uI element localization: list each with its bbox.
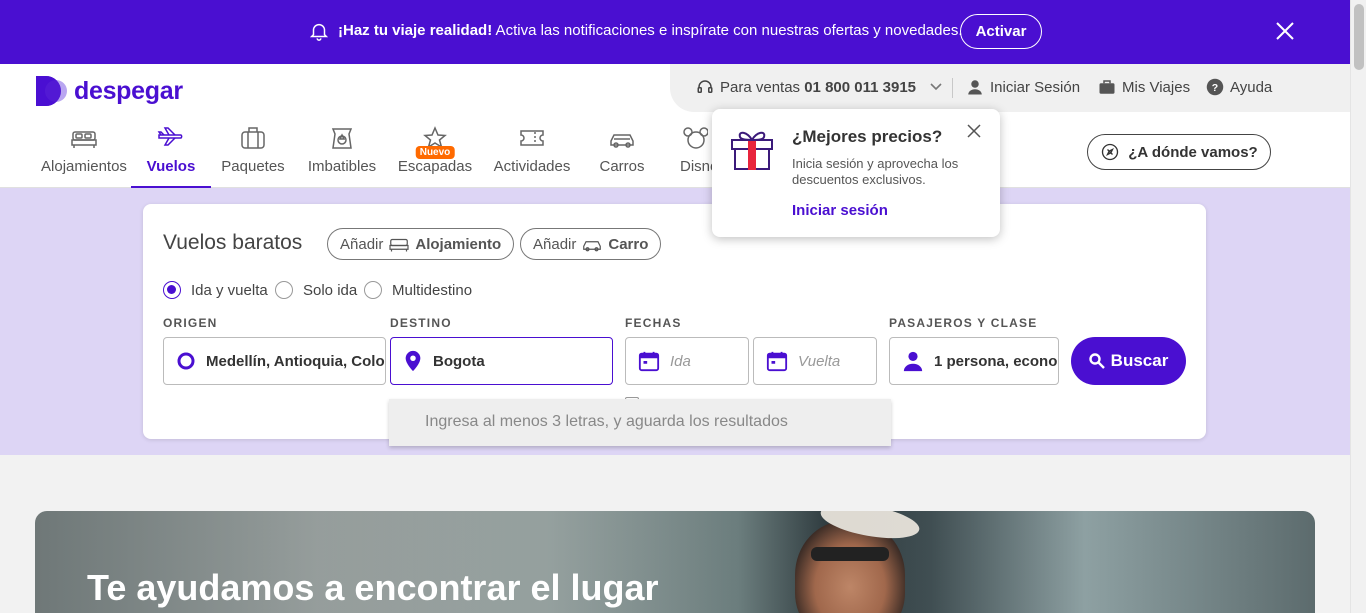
destination-input[interactable]: Bogota	[390, 337, 613, 385]
banner-text: ¡Haz tu viaje realidad! Activa las notif…	[338, 22, 963, 39]
dates-label: FECHAS	[625, 316, 682, 330]
search-title: Vuelos baratos	[163, 231, 303, 254]
help-link[interactable]: ? Ayuda	[1206, 78, 1272, 96]
passengers-input[interactable]: 1 persona, economy	[889, 337, 1059, 385]
popover-description: Inicia sesión y aprovecha los descuentos…	[792, 156, 959, 187]
logo-icon	[36, 76, 67, 106]
headset-icon	[697, 80, 713, 93]
nav-alojamientos[interactable]: Alojamientos	[34, 126, 134, 188]
popover-login-link[interactable]: Iniciar sesión	[792, 202, 888, 219]
promo-banner[interactable]: Te ayudamos a encontrar el lugar	[35, 511, 1315, 613]
scrollbar-thumb[interactable]	[1354, 4, 1364, 70]
top-bar: Para ventas 01 800 011 3915 Iniciar Sesi…	[670, 64, 1350, 112]
radio-selected[interactable]	[163, 281, 181, 299]
new-badge: Nuevo	[415, 146, 455, 159]
suitcase-icon	[241, 127, 265, 149]
header: despegar Para ventas 01 800 011 3915 Ini…	[0, 64, 1350, 188]
sales-phone[interactable]: Para ventas 01 800 011 3915	[696, 78, 948, 96]
divider	[952, 78, 953, 98]
car-icon	[610, 134, 634, 148]
trip-type-round-trip[interactable]: Ida y vuelta	[163, 281, 268, 299]
compass-icon	[1102, 143, 1119, 161]
depart-date-input[interactable]: Ida	[625, 337, 749, 385]
promo-headline: Te ayudamos a encontrar el lugar	[87, 567, 659, 608]
notification-banner: ¡Haz tu viaje realidad! Activa las notif…	[0, 0, 1350, 64]
scrollbar[interactable]	[1350, 0, 1366, 613]
nav-vuelos[interactable]: Vuelos	[131, 126, 211, 188]
add-car-button[interactable]: Añadir Carro	[520, 228, 662, 260]
my-trips-link[interactable]: Mis Viajes	[1098, 78, 1190, 96]
radio[interactable]	[275, 281, 293, 299]
deal-icon	[331, 128, 353, 149]
origin-input[interactable]: Medellín, Antioquia, Colombia	[163, 337, 386, 385]
logo[interactable]: despegar	[34, 75, 183, 107]
nav-actividades[interactable]: Actividades	[490, 126, 574, 188]
bed-icon	[71, 131, 97, 148]
search-button[interactable]: Buscar	[1071, 337, 1186, 385]
best-prices-popover: ¿Mejores precios? Inicia sesión y aprove…	[712, 109, 1000, 237]
trip-type-one-way[interactable]: Solo ida	[275, 281, 357, 299]
nav-imbatibles[interactable]: Imbatibles	[302, 126, 382, 188]
calendar-icon	[766, 351, 788, 372]
bed-icon	[389, 238, 409, 252]
nav-escapadas[interactable]: Nuevo Escapadas	[396, 126, 474, 188]
origin-circle-icon	[177, 352, 195, 370]
search-icon	[1088, 353, 1105, 369]
trip-type-multi[interactable]: Multidestino	[364, 281, 472, 299]
popover-title: ¿Mejores precios?	[792, 127, 943, 146]
calendar-icon	[638, 351, 660, 372]
plane-icon	[157, 127, 183, 146]
where-to-go-button[interactable]: ¿A dónde vamos?	[1087, 134, 1271, 170]
nav-paquetes[interactable]: Paquetes	[217, 126, 289, 188]
activate-button[interactable]: Activar	[960, 14, 1042, 49]
nav-carros[interactable]: Carros	[592, 126, 652, 188]
return-date-input[interactable]: Vuelta	[753, 337, 877, 385]
ticket-icon	[520, 130, 544, 146]
person-icon	[903, 351, 923, 372]
gift-icon	[731, 131, 773, 170]
autocomplete-hint: Ingresa al menos 3 letras, y aguarda los…	[389, 399, 891, 446]
user-icon	[968, 80, 982, 95]
close-icon[interactable]	[967, 124, 981, 138]
origin-label: ORIGEN	[163, 316, 218, 330]
login-link[interactable]: Iniciar Sesión	[966, 78, 1080, 96]
car-icon	[583, 241, 602, 252]
disney-icon	[683, 127, 708, 149]
help-icon: ?	[1206, 78, 1224, 96]
close-icon[interactable]	[1274, 20, 1296, 42]
suitcase-icon	[1099, 80, 1115, 94]
passengers-label: PASAJEROS Y CLASE	[889, 316, 1038, 330]
logo-text: despegar	[74, 76, 183, 105]
location-pin-icon	[405, 350, 421, 372]
add-lodging-button[interactable]: Añadir Alojamiento	[327, 228, 515, 260]
chevron-down-icon	[930, 83, 942, 91]
radio[interactable]	[364, 281, 382, 299]
bell-icon	[309, 23, 329, 41]
destination-label: DESTINO	[390, 316, 452, 330]
svg-text:?: ?	[1212, 82, 1218, 94]
